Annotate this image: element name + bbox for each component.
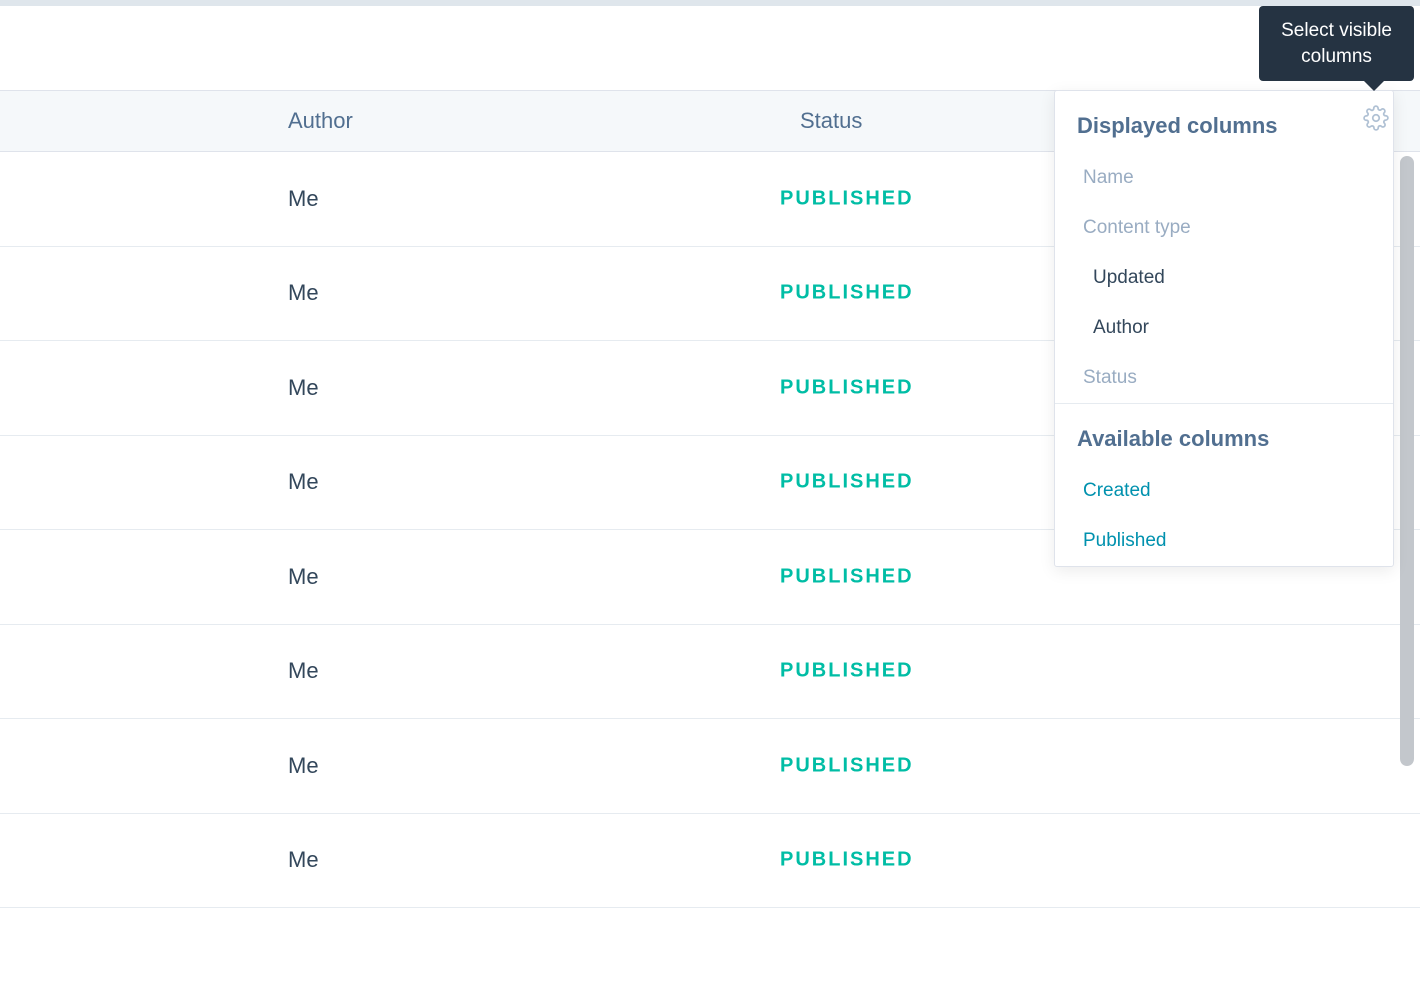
cell-status: PUBLISHED	[780, 282, 914, 305]
available-column-created[interactable]: Created	[1055, 466, 1393, 516]
cell-status: PUBLISHED	[780, 471, 914, 494]
gear-icon	[1363, 105, 1389, 136]
table-row[interactable]: Me PUBLISHED	[0, 814, 1420, 909]
tooltip-line: Select visible	[1281, 20, 1392, 41]
cell-status: PUBLISHED	[780, 754, 914, 777]
available-column-published[interactable]: Published	[1055, 516, 1393, 566]
cell-status: PUBLISHED	[780, 849, 914, 872]
available-columns-heading: Available columns	[1055, 404, 1393, 466]
displayed-columns-heading: Displayed columns	[1055, 91, 1393, 153]
cell-status: PUBLISHED	[780, 376, 914, 399]
tooltip-line: columns	[1301, 46, 1372, 67]
cell-author: Me	[288, 753, 319, 779]
displayed-column-status: Status	[1055, 353, 1393, 403]
table-row[interactable]: Me PUBLISHED	[0, 625, 1420, 720]
displayed-column-updated[interactable]: Updated	[1055, 253, 1393, 303]
displayed-column-author[interactable]: Author	[1055, 303, 1393, 353]
cell-status: PUBLISHED	[780, 660, 914, 683]
column-visibility-popover: Displayed columns Name Content type Upda…	[1054, 90, 1394, 567]
column-settings-button[interactable]	[1356, 100, 1396, 140]
column-header-author[interactable]: Author	[288, 91, 353, 151]
cell-author: Me	[288, 564, 319, 590]
cell-author: Me	[288, 375, 319, 401]
toolbar-spacer	[0, 6, 1420, 90]
cell-status: PUBLISHED	[780, 187, 914, 210]
cell-author: Me	[288, 186, 319, 212]
cell-status: PUBLISHED	[780, 565, 914, 588]
displayed-column-content-type: Content type	[1055, 203, 1393, 253]
cell-author: Me	[288, 280, 319, 306]
table-row[interactable]: Me PUBLISHED	[0, 719, 1420, 814]
vertical-scrollbar[interactable]	[1400, 156, 1414, 766]
cell-author: Me	[288, 847, 319, 873]
column-header-status[interactable]: Status	[800, 91, 862, 151]
tooltip-select-visible-columns: Select visible columns	[1259, 6, 1414, 81]
cell-author: Me	[288, 658, 319, 684]
displayed-column-name: Name	[1055, 153, 1393, 203]
cell-author: Me	[288, 469, 319, 495]
